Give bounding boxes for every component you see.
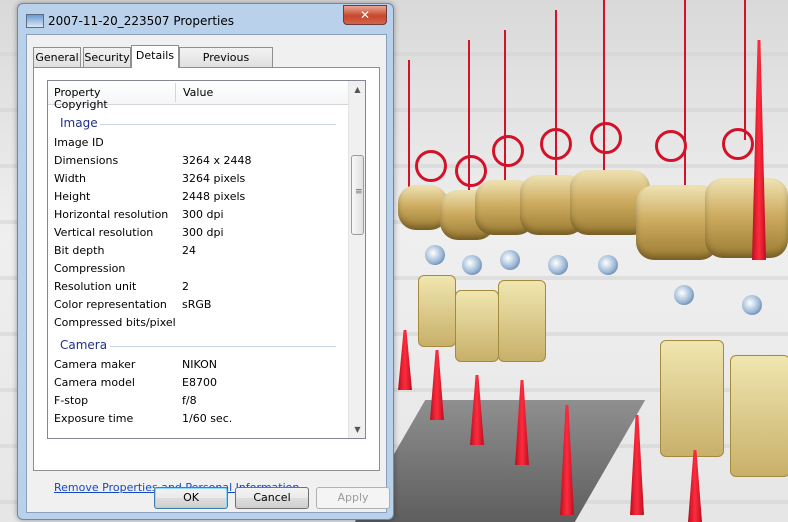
property-name: Exposure time	[54, 412, 134, 425]
dialog-client-area: General Security Details Previous Versio…	[26, 34, 390, 513]
tab-security[interactable]: Security	[83, 47, 131, 67]
group-header-camera: Camera	[48, 335, 348, 355]
property-value: 3264 pixels	[182, 172, 246, 185]
property-name: Resolution unit	[54, 280, 137, 293]
property-list[interactable]: Property Value Copyright Image Image ID …	[47, 80, 366, 439]
property-value: 1/60 sec.	[182, 412, 233, 425]
group-divider	[110, 346, 336, 347]
tab-general[interactable]: General	[33, 47, 81, 67]
property-value: 300 dpi	[182, 226, 224, 239]
property-value: NIKON	[182, 358, 217, 371]
property-name: Width	[54, 172, 86, 185]
list-item[interactable]: Color representation sRGB	[48, 296, 348, 314]
tab-details[interactable]: Details	[131, 45, 179, 68]
list-item[interactable]: Height 2448 pixels	[48, 188, 348, 206]
list-item[interactable]: Exposure time 1/60 sec.	[48, 410, 348, 428]
list-item[interactable]: Camera maker NIKON	[48, 356, 348, 374]
property-value: sRGB	[182, 298, 212, 311]
grip-icon: ≡	[355, 187, 363, 197]
details-panel: Property Value Copyright Image Image ID …	[33, 67, 380, 494]
list-item[interactable]: Vertical resolution 300 dpi	[48, 224, 348, 242]
property-name: Compressed bits/pixel	[54, 316, 176, 329]
group-header-image: Image	[48, 113, 348, 133]
group-label: Camera	[60, 338, 108, 352]
property-value: 2	[182, 280, 189, 293]
apply-button[interactable]: Apply	[316, 487, 390, 509]
property-name: F-stop	[54, 394, 89, 407]
property-value: E8700	[182, 376, 217, 389]
list-item[interactable]: Width 3264 pixels	[48, 170, 348, 188]
properties-dialog: 2007-11-20_223507 Properties ✕ General S…	[17, 3, 394, 520]
group-divider	[100, 124, 336, 125]
property-name: Color representation	[54, 298, 167, 311]
property-name: Bit depth	[54, 244, 105, 257]
cancel-button[interactable]: Cancel	[235, 487, 309, 509]
group-label: Image	[60, 116, 98, 130]
property-name: Dimensions	[54, 154, 119, 167]
list-item[interactable]: Copyright	[48, 96, 348, 114]
property-value: 24	[182, 244, 196, 257]
window-title: 2007-11-20_223507 Properties	[48, 14, 235, 28]
property-name: Camera maker	[54, 358, 136, 371]
property-name: Image ID	[54, 136, 104, 149]
scrollbar-thumb[interactable]: ≡	[351, 155, 364, 235]
list-rows: Copyright Image Image ID Dimensions 3264 …	[48, 98, 348, 438]
property-name: Camera model	[54, 376, 135, 389]
property-name: Height	[54, 190, 91, 203]
list-item[interactable]: Compression	[48, 260, 348, 278]
property-name: Vertical resolution	[54, 226, 154, 239]
list-item[interactable]: F-stop f/8	[48, 392, 348, 410]
vertical-scrollbar[interactable]: ▲ ≡ ▼	[348, 81, 365, 438]
property-value: 2448 pixels	[182, 190, 246, 203]
list-item[interactable]: Bit depth 24	[48, 242, 348, 260]
close-button[interactable]: ✕	[343, 5, 387, 25]
list-item[interactable]: Resolution unit 2	[48, 278, 348, 296]
list-item[interactable]: Horizontal resolution 300 dpi	[48, 206, 348, 224]
property-name: Horizontal resolution	[54, 208, 169, 221]
list-item[interactable]: Compressed bits/pixel	[48, 314, 348, 332]
scroll-down-arrow-icon[interactable]: ▼	[349, 421, 365, 438]
property-name: Compression	[54, 262, 126, 275]
property-value: f/8	[182, 394, 197, 407]
property-value: 3264 x 2448	[182, 154, 252, 167]
list-item[interactable]: Image ID	[48, 134, 348, 152]
image-file-icon	[26, 14, 44, 28]
list-item[interactable]: Dimensions 3264 x 2448	[48, 152, 348, 170]
title-bar: 2007-11-20_223507 Properties ✕	[18, 4, 393, 36]
scroll-up-arrow-icon[interactable]: ▲	[349, 81, 365, 98]
ok-button[interactable]: OK	[154, 487, 228, 509]
tab-previous-versions[interactable]: Previous Versions	[179, 47, 273, 83]
property-name: Copyright	[54, 98, 108, 111]
list-item[interactable]: Camera model E8700	[48, 374, 348, 392]
property-value: 300 dpi	[182, 208, 224, 221]
